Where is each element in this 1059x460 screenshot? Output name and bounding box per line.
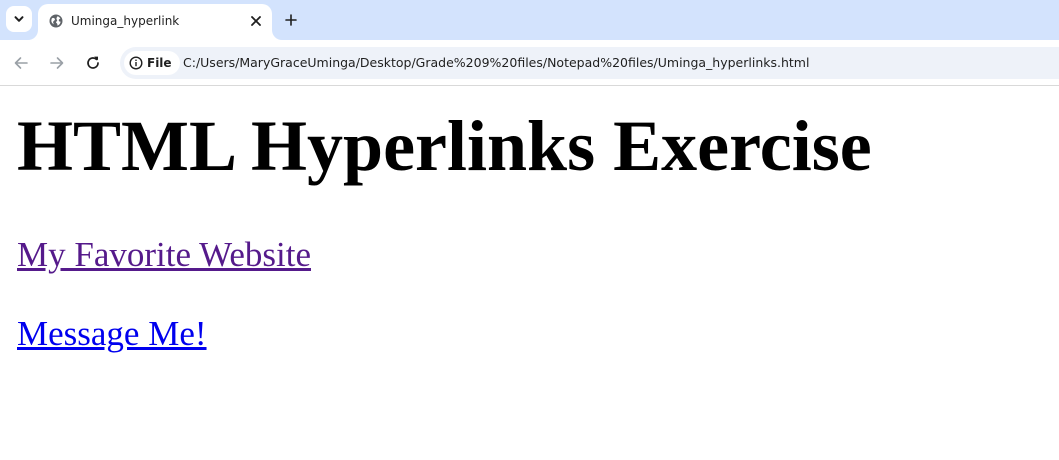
close-icon — [251, 16, 261, 26]
url-text[interactable]: C:/Users/MaryGraceUminga/Desktop/Grade%2… — [183, 47, 809, 79]
close-tab-button[interactable] — [246, 11, 266, 31]
info-icon — [129, 56, 143, 70]
new-tab-button[interactable] — [280, 9, 302, 31]
address-bar[interactable]: File C:/Users/MaryGraceUminga/Desktop/Gr… — [120, 47, 1059, 79]
globe-icon — [49, 14, 63, 28]
site-chip-label: File — [147, 56, 172, 70]
reload-icon — [87, 56, 99, 69]
arrow-right-icon — [50, 57, 64, 69]
forward-button[interactable] — [45, 51, 69, 75]
favorite-website-link[interactable]: My Favorite Website — [17, 235, 311, 275]
page-heading: HTML Hyperlinks Exercise — [17, 106, 872, 186]
reload-button[interactable] — [81, 51, 105, 75]
site-info-chip[interactable]: File — [124, 51, 180, 75]
browser-toolbar: File C:/Users/MaryGraceUminga/Desktop/Gr… — [0, 40, 1059, 86]
tab-search-button[interactable] — [6, 6, 32, 32]
plus-icon — [285, 14, 297, 26]
tab-title: Uminga_hyperlink — [71, 14, 180, 28]
back-button[interactable] — [9, 51, 33, 75]
message-me-link[interactable]: Message Me! — [17, 314, 207, 354]
tab-strip: Uminga_hyperlink — [0, 0, 1059, 40]
chevron-down-icon — [14, 16, 24, 22]
arrow-left-icon — [14, 57, 28, 69]
tab-active[interactable]: Uminga_hyperlink — [38, 4, 272, 40]
page-content: HTML Hyperlinks Exercise My Favorite Web… — [0, 87, 1059, 460]
